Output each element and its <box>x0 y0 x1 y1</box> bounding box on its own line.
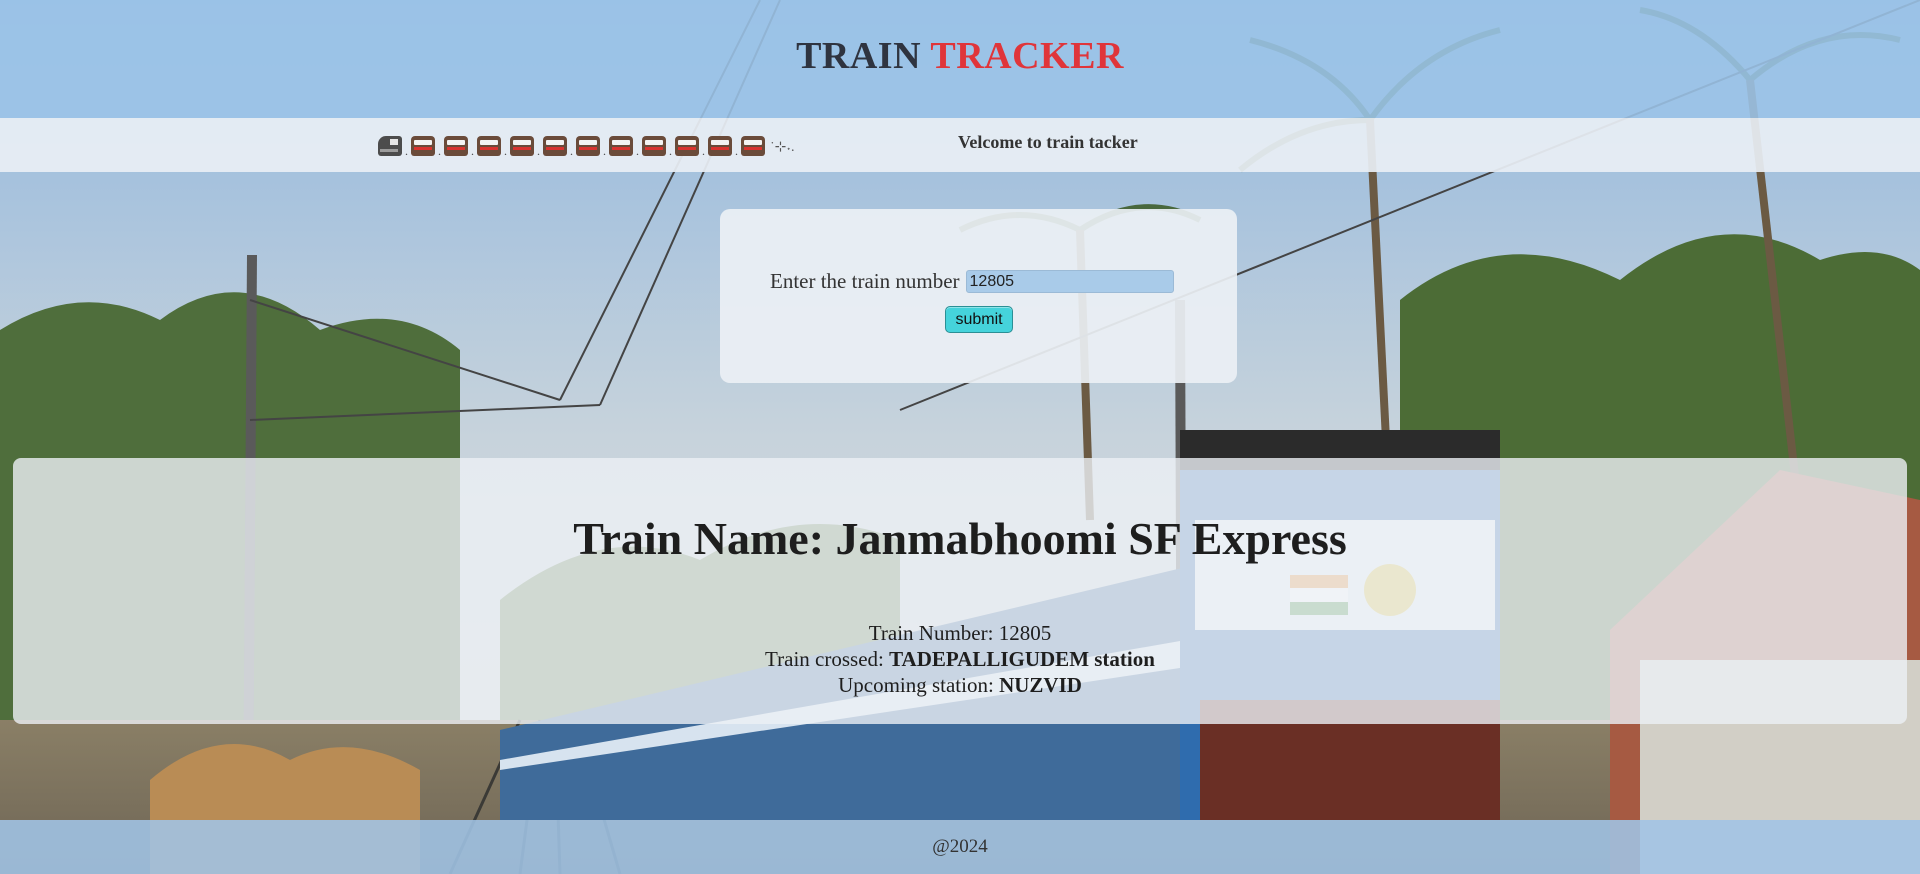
railway-car-icon <box>576 136 600 156</box>
upcoming-station-label: Upcoming station: <box>838 673 994 697</box>
train-result-card: Train Name: Janmabhoomi SF Express Train… <box>13 458 1907 724</box>
railway-car-icon <box>609 136 633 156</box>
dot-separator: . <box>537 144 540 158</box>
dot-separator: . <box>735 144 738 158</box>
dot-separator: . <box>405 144 408 158</box>
dot-separator: . <box>504 144 507 158</box>
dot-separator: . <box>702 144 705 158</box>
submit-button[interactable]: submit <box>945 306 1013 333</box>
footer-copyright: @2024 <box>932 836 988 857</box>
railway-car-icon <box>510 136 534 156</box>
dot-separator: . <box>471 144 474 158</box>
train-details: Train Number: 12805 Train crossed: TADEP… <box>13 620 1907 698</box>
railway-car-icon <box>741 136 765 156</box>
train-number-result-value: 12805 <box>998 621 1052 645</box>
train-name-heading: Train Name: Janmabhoomi SF Express <box>13 512 1907 565</box>
train-crossed-line: Train crossed: TADEPALLIGUDEM station <box>13 646 1907 672</box>
dot-separator: . <box>603 144 606 158</box>
railway-car-icon <box>411 136 435 156</box>
site-title-tracker: TRACKER <box>930 35 1124 77</box>
site-title: TRAIN TRACKER <box>796 34 1124 78</box>
train-number-result-label: Train Number: <box>868 621 994 645</box>
welcome-text: Velcome to train tacker <box>958 132 1138 152</box>
dot-separator: . <box>438 144 441 158</box>
railway-car-icon <box>543 136 567 156</box>
train-crossed-label: Train crossed: <box>765 647 884 671</box>
upcoming-station-line: Upcoming station: NUZVID <box>13 672 1907 698</box>
marquee-bar: . . . . . . . . . . . ˙⊹˖. Velcome to tr… <box>0 118 1920 172</box>
railway-car-icon <box>444 136 468 156</box>
railway-car-icon <box>675 136 699 156</box>
train-number-label: Enter the train number <box>770 269 960 293</box>
train-number-row: Enter the train number <box>770 269 1174 294</box>
train-number-line: Train Number: 12805 <box>13 620 1907 646</box>
site-header: TRAIN TRACKER <box>0 0 1920 118</box>
train-emoji-strip: . . . . . . . . . . . ˙⊹˖. <box>378 134 795 158</box>
train-search-form: Enter the train number submit <box>720 209 1237 383</box>
locomotive-icon <box>378 136 402 156</box>
dot-separator: . <box>669 144 672 158</box>
railway-car-icon <box>477 136 501 156</box>
train-name-value: Janmabhoomi SF Express <box>835 513 1347 564</box>
railway-car-icon <box>642 136 666 156</box>
upcoming-station-value: NUZVID <box>999 673 1082 697</box>
site-title-train: TRAIN <box>796 35 922 77</box>
dot-separator: . <box>636 144 639 158</box>
train-name-label: Train Name: <box>573 513 825 564</box>
site-footer: @2024 <box>0 820 1920 874</box>
train-number-input[interactable] <box>965 270 1174 293</box>
sparkle-icon: ˙⊹˖. <box>770 140 795 155</box>
dot-separator: . <box>570 144 573 158</box>
train-crossed-value: TADEPALLIGUDEM station <box>889 647 1155 671</box>
railway-car-icon <box>708 136 732 156</box>
